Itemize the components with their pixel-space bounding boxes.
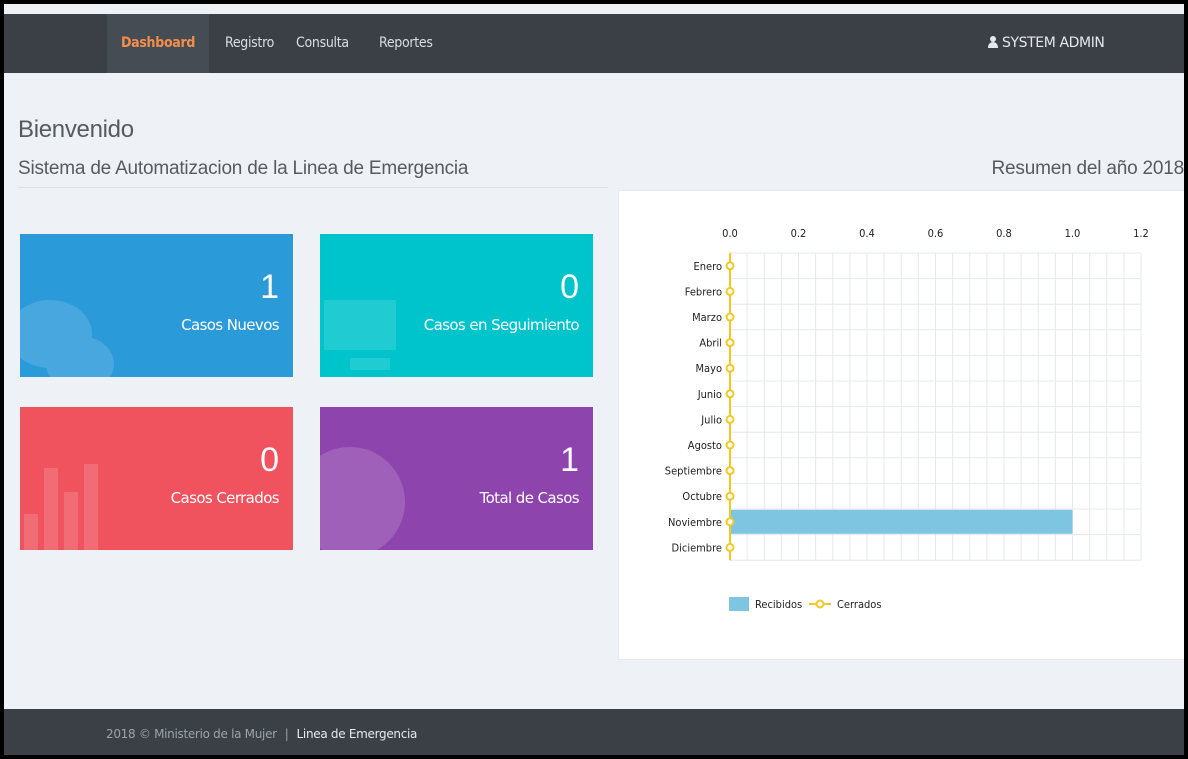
y-category-label: Mayo: [695, 362, 722, 375]
tile-casos-seguimiento[interactable]: 0 Casos en Seguimiento: [320, 234, 593, 377]
point-cerrados: [725, 338, 735, 348]
user-menu[interactable]: SYSTEM ADMIN: [988, 14, 1105, 73]
tile-value: 0: [260, 441, 279, 479]
y-category-label: Junio: [697, 388, 722, 401]
page-subtitle: Sistema de Automatizacion de la Linea de…: [18, 158, 469, 179]
page-title: Bienvenido: [18, 116, 134, 143]
point-cerrados: [725, 389, 735, 399]
tile-value: 1: [560, 441, 579, 479]
monthly-chart: 0.0 0.2 0.4 0.6 0.8 1.0 1.2 Enero Febrero Marzo Ab…: [665, 227, 1149, 611]
footer-separator: |: [284, 727, 289, 741]
tile-label: Casos Nuevos: [181, 316, 279, 334]
chat-bubble-icon: [20, 300, 114, 377]
header-divider: [18, 187, 608, 188]
chart-panel: 0.0 0.2 0.4 0.6 0.8 1.0 1.2 Enero Febrero Marzo Ab…: [618, 190, 1186, 660]
y-category-label: Octubre: [682, 490, 722, 503]
legend-swatch-point-cerrados: [815, 599, 825, 609]
x-tick-label: 0.0: [722, 227, 738, 240]
legend-label-cerrados: Cerrados: [837, 598, 882, 611]
globe-icon: [320, 447, 405, 550]
x-tick-label: 0.4: [859, 227, 875, 240]
tile-label: Total de Casos: [479, 489, 580, 507]
tile-label: Casos Cerrados: [170, 489, 280, 507]
summary-label: Resumen del año 2018: [991, 158, 1185, 179]
point-cerrados: [725, 542, 735, 552]
footer-text: 2018 © Ministerio de la Mujer | Linea de E…: [106, 727, 417, 741]
user-name: SYSTEM ADMIN: [1002, 35, 1105, 51]
bar-recibidos: [730, 509, 1073, 534]
x-tick-label: 0.2: [791, 227, 807, 240]
x-tick-label: 1.0: [1065, 227, 1081, 240]
tile-casos-nuevos[interactable]: 1 Casos Nuevos: [20, 234, 293, 377]
point-cerrados: [725, 312, 735, 322]
point-cerrados: [725, 517, 735, 527]
y-category-label: Septiembre: [665, 465, 722, 478]
legend-label-recibidos: Recibidos: [755, 598, 802, 611]
nav-consulta[interactable]: Consulta: [296, 14, 349, 73]
y-category-label: Noviembre: [668, 516, 722, 529]
point-cerrados: [725, 286, 735, 296]
point-cerrados: [725, 363, 735, 373]
footer: 2018 © Ministerio de la Mujer | Linea de E…: [4, 709, 1184, 759]
point-cerrados: [725, 261, 735, 271]
bar-chart-icon: [24, 464, 98, 550]
tile-value: 0: [560, 268, 579, 306]
nav-registro[interactable]: Registro: [225, 14, 274, 73]
tile-label: Casos en Seguimiento: [423, 316, 580, 334]
user-icon: [988, 36, 998, 48]
x-tick-label: 0.8: [996, 227, 1012, 240]
tile-value: 1: [260, 268, 279, 306]
point-cerrados: [725, 440, 735, 450]
y-category-label: Marzo: [692, 311, 722, 324]
y-category-label: Enero: [694, 260, 723, 273]
y-category-label: Julio: [700, 413, 722, 426]
top-navbar: Dashboard Registro Consulta Reportes SYS…: [4, 14, 1184, 73]
point-cerrados: [725, 466, 735, 476]
tile-total-casos[interactable]: 1 Total de Casos: [320, 407, 593, 550]
footer-link[interactable]: Linea de Emergencia: [297, 727, 418, 741]
footer-copyright: 2018 © Ministerio de la Mujer: [106, 727, 277, 741]
y-category-label: Diciembre: [672, 541, 723, 554]
y-category-label: Agosto: [688, 439, 722, 452]
x-tick-label: 1.2: [1133, 227, 1149, 240]
legend-swatch-recibidos: [729, 597, 749, 611]
nav-reportes[interactable]: Reportes: [379, 14, 433, 73]
y-category-label: Febrero: [685, 285, 722, 298]
tile-casos-cerrados[interactable]: 0 Casos Cerrados: [20, 407, 293, 550]
y-category-label: Abril: [699, 337, 722, 350]
monitor-icon: [324, 300, 396, 370]
nav-dashboard[interactable]: Dashboard: [107, 14, 210, 73]
point-cerrados: [725, 491, 735, 501]
x-tick-label: 0.6: [928, 227, 944, 240]
point-cerrados: [725, 414, 735, 424]
